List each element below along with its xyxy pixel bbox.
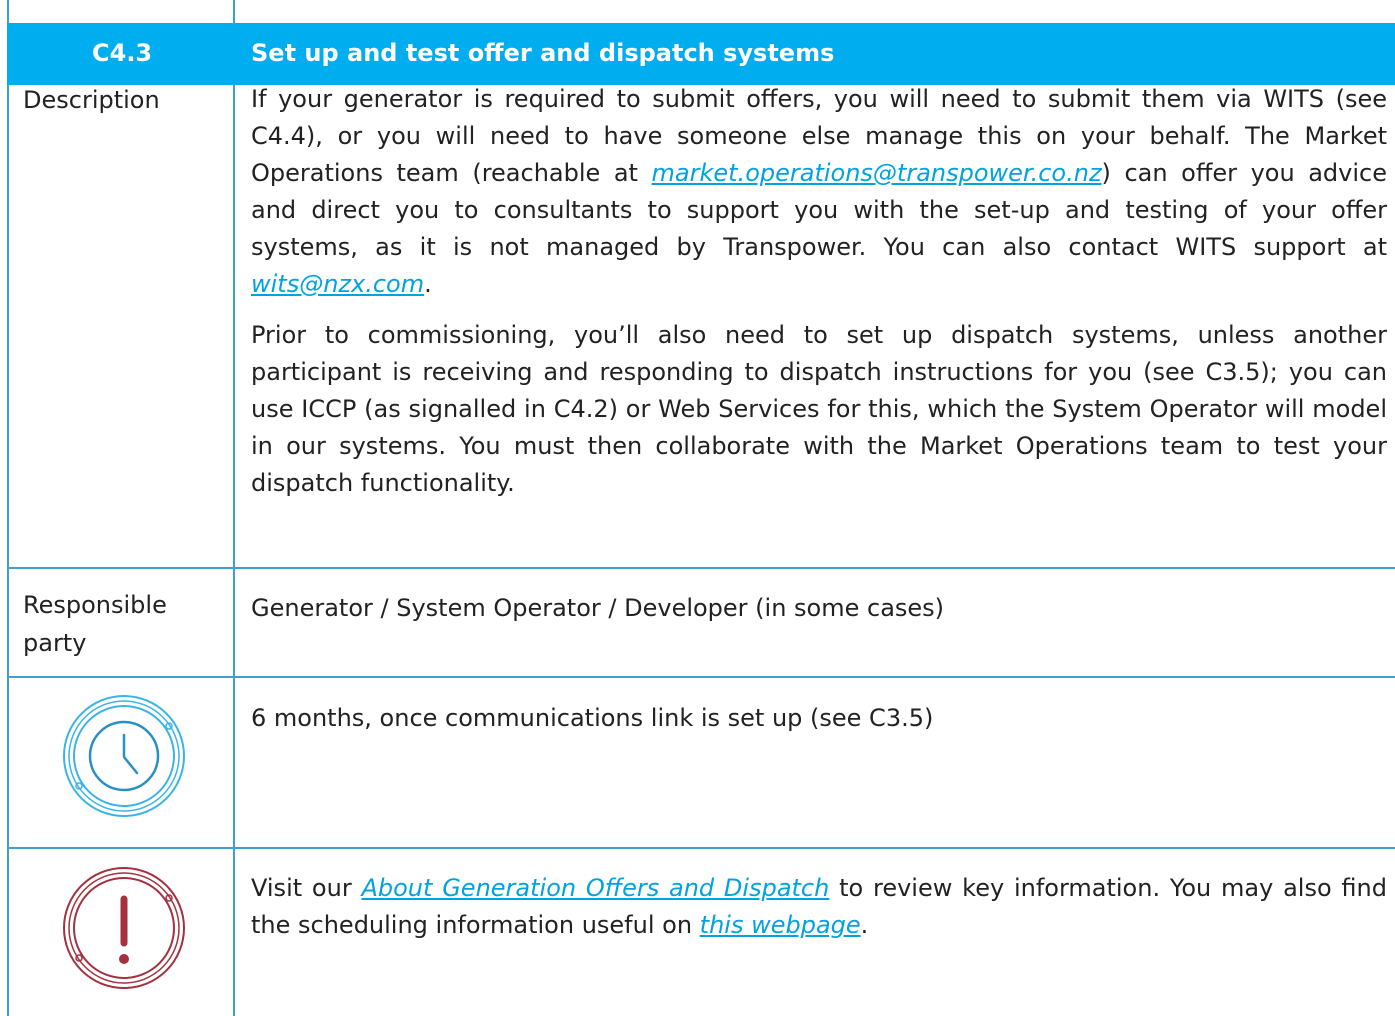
responsible-party-text: Generator / System Operator / Developer … xyxy=(251,594,945,622)
section-title: Set up and test offer and dispatch syste… xyxy=(251,39,835,67)
row-divider xyxy=(7,567,1395,569)
section-code: C4.3 xyxy=(92,39,153,67)
description-paragraph-1: If your generator is required to submit … xyxy=(251,85,1387,298)
wits-support-email-link[interactable]: wits@nzx.com xyxy=(251,270,424,298)
table-left-border xyxy=(7,0,9,1016)
scheduling-webpage-link[interactable]: this webpage xyxy=(700,911,861,939)
responsible-party-label: Responsible party xyxy=(23,591,167,657)
description-text: If your generator is required to submit … xyxy=(251,81,1387,516)
row-divider xyxy=(7,676,1395,678)
row-divider xyxy=(7,847,1395,849)
clock-icon xyxy=(59,691,189,821)
market-operations-email-link[interactable]: market.operations@transpower.co.nz xyxy=(652,159,1102,187)
info-text: Visit our About Generation Offers and Di… xyxy=(251,874,1387,939)
table-header-row: C4.3 Set up and test offer and dispatch … xyxy=(7,23,1395,85)
document-page: C4.3 Set up and test offer and dispatch … xyxy=(7,0,1395,1016)
generation-offers-link[interactable]: About Generation Offers and Dispatch xyxy=(361,874,829,902)
table-column-divider xyxy=(233,0,235,1016)
description-paragraph-2: Prior to commissioning, you’ll also need… xyxy=(251,321,1387,497)
description-label: Description xyxy=(23,86,160,114)
timing-text: 6 months, once communications link is se… xyxy=(251,704,934,732)
exclamation-icon xyxy=(59,863,189,993)
